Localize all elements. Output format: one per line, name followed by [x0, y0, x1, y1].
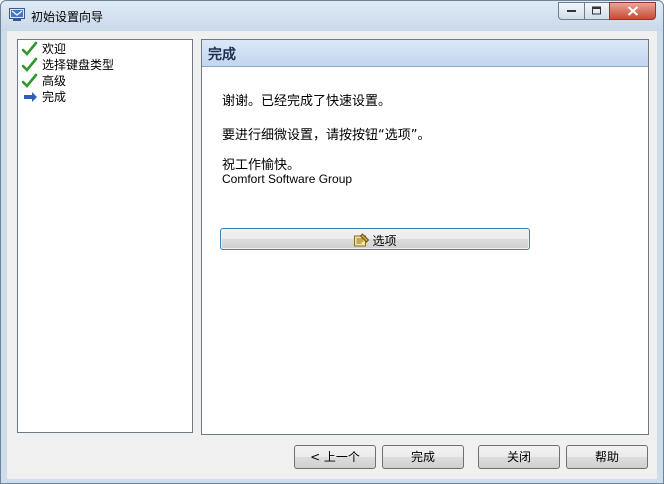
options-button[interactable]: 选项: [220, 228, 530, 250]
client-area: 欢迎 选择键盘类型 高级 完成 完成 谢谢。已经完成了快速设置。 要进行细微设置…: [7, 31, 657, 479]
step-label: 高级: [42, 74, 67, 88]
title-bar[interactable]: 初始设置向导: [1, 1, 663, 31]
step-label: 欢迎: [42, 42, 67, 56]
minimize-button[interactable]: [558, 2, 585, 20]
step-item-welcome[interactable]: 欢迎: [21, 41, 187, 57]
panel-header: 完成: [202, 40, 648, 67]
instruction-text: 要进行细微设置，请按按钮“选项”。: [222, 128, 431, 143]
step-item-keyboard-type[interactable]: 选择键盘类型: [21, 57, 187, 73]
thanks-text: 谢谢。已经完成了快速设置。: [222, 94, 392, 109]
content-panel: 完成 谢谢。已经完成了快速设置。 要进行细微设置，请按按钮“选项”。 祝工作愉快…: [201, 39, 649, 435]
close-button[interactable]: 关闭: [478, 445, 560, 469]
options-button-content: 选项: [353, 232, 397, 249]
options-icon: [353, 233, 370, 247]
finish-button[interactable]: 完成: [382, 445, 464, 469]
minimize-icon: [566, 10, 576, 12]
step-label: 完成: [42, 90, 67, 104]
check-icon: [21, 73, 38, 89]
app-icon: [9, 8, 25, 22]
wish-text: 祝工作愉快。: [222, 158, 301, 173]
check-icon: [21, 57, 38, 73]
step-list: 欢迎 选择键盘类型 高级 完成: [17, 39, 193, 433]
help-button[interactable]: 帮助: [566, 445, 648, 469]
back-button[interactable]: < 上一个: [294, 445, 376, 469]
maximize-button[interactable]: [584, 2, 610, 20]
close-icon: [627, 6, 638, 16]
close-window-button[interactable]: [609, 2, 656, 20]
company-name: Comfort Software Group: [222, 172, 353, 186]
setup-wizard-window: 初始设置向导 欢迎 选择键盘类型 高级 完成 完成 谢谢。已经完成了快速设置。 …: [0, 0, 664, 484]
page-title: 完成: [208, 47, 236, 63]
check-icon: [21, 41, 38, 57]
window-title: 初始设置向导: [31, 10, 104, 24]
step-item-finish[interactable]: 完成: [22, 89, 187, 105]
options-button-label: 选项: [372, 234, 397, 248]
step-item-advanced[interactable]: 高级: [21, 73, 187, 89]
arrow-right-icon: [22, 89, 38, 105]
maximize-icon: [592, 6, 601, 15]
step-label: 选择键盘类型: [42, 58, 115, 72]
